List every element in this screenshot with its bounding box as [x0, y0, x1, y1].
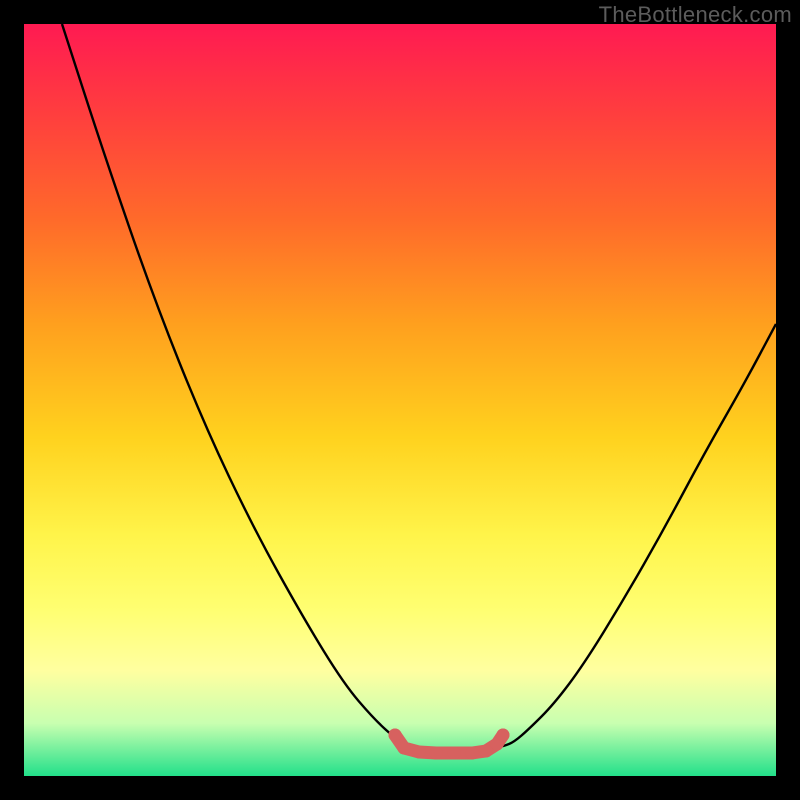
plot-area	[24, 24, 776, 776]
bottom-marker-group	[389, 729, 510, 760]
right-curve	[499, 324, 776, 747]
bottom-marker-dot	[413, 746, 426, 759]
bottom-marker-dot	[398, 742, 411, 755]
bottom-marker-dot	[480, 745, 493, 758]
bottom-marker-dot	[430, 747, 443, 760]
left-curve	[62, 24, 419, 747]
watermark-text: TheBottleneck.com	[599, 2, 792, 28]
bottom-marker-dot	[448, 747, 461, 760]
bottom-marker-dot	[466, 747, 479, 760]
bottom-marker-dot	[497, 729, 510, 742]
bottom-marker-dot	[389, 729, 402, 742]
chart-svg	[24, 24, 776, 776]
